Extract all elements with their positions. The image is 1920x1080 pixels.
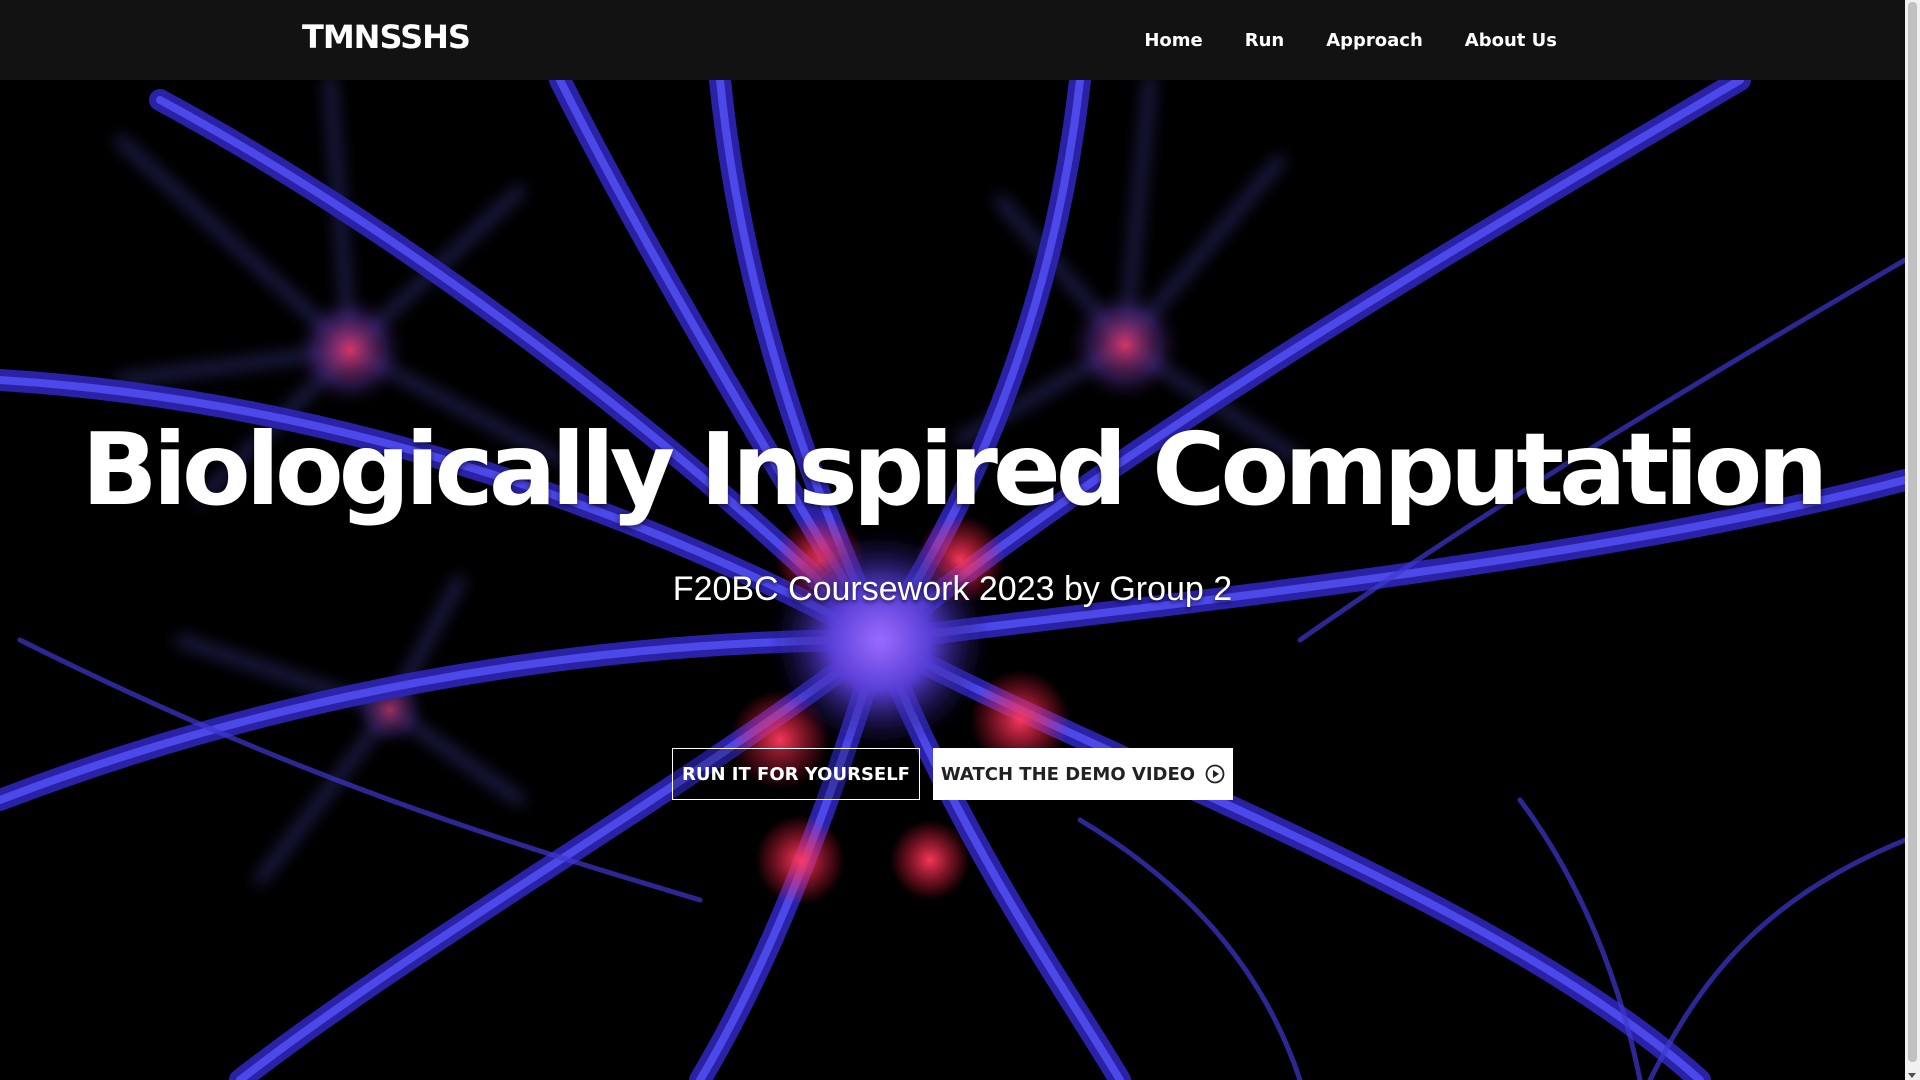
- synapse-glow: [890, 820, 970, 900]
- nav-link-about-us[interactable]: About Us: [1444, 30, 1578, 51]
- run-it-button[interactable]: RUN IT FOR YOURSELF: [672, 748, 920, 800]
- scrollbar-thumb[interactable]: [1908, 2, 1917, 1062]
- far-neuron: [1065, 285, 1185, 405]
- main-nav: Home Run Approach About Us: [1123, 0, 1578, 80]
- nav-link-home[interactable]: Home: [1123, 30, 1223, 51]
- nav-link-run[interactable]: Run: [1224, 30, 1306, 51]
- watch-demo-button[interactable]: WATCH THE DEMO VIDEO: [933, 748, 1233, 800]
- hero-section: Biologically Inspired Computation F20BC …: [0, 80, 1905, 1080]
- scroll-down-arrow-icon[interactable]: [1908, 1073, 1916, 1078]
- far-neuron: [290, 290, 410, 410]
- top-navbar: TMNSSHS Home Run Approach About Us: [0, 0, 1905, 80]
- hero-title: Biologically Inspired Computation: [81, 411, 1829, 528]
- play-circle-icon: [1205, 764, 1225, 784]
- nav-link-approach[interactable]: Approach: [1305, 30, 1444, 51]
- run-it-button-label: RUN IT FOR YOURSELF: [682, 763, 910, 785]
- hero-subtitle: F20BC Coursework 2023 by Group 2: [672, 570, 1233, 608]
- synapse-glow: [755, 815, 845, 905]
- page-scrollbar[interactable]: [1905, 0, 1920, 1080]
- brand-logo-link[interactable]: TMNSSHS: [302, 18, 471, 56]
- watch-demo-button-label: WATCH THE DEMO VIDEO: [940, 763, 1196, 785]
- page: TMNSSHS Home Run Approach About Us Biolo…: [0, 0, 1920, 1080]
- neuron-core: [770, 530, 990, 750]
